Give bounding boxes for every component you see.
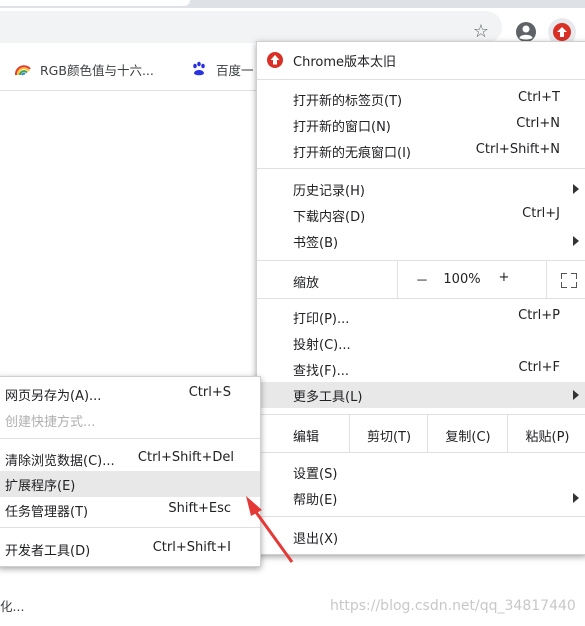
- annotation-arrow-icon: [246, 496, 294, 563]
